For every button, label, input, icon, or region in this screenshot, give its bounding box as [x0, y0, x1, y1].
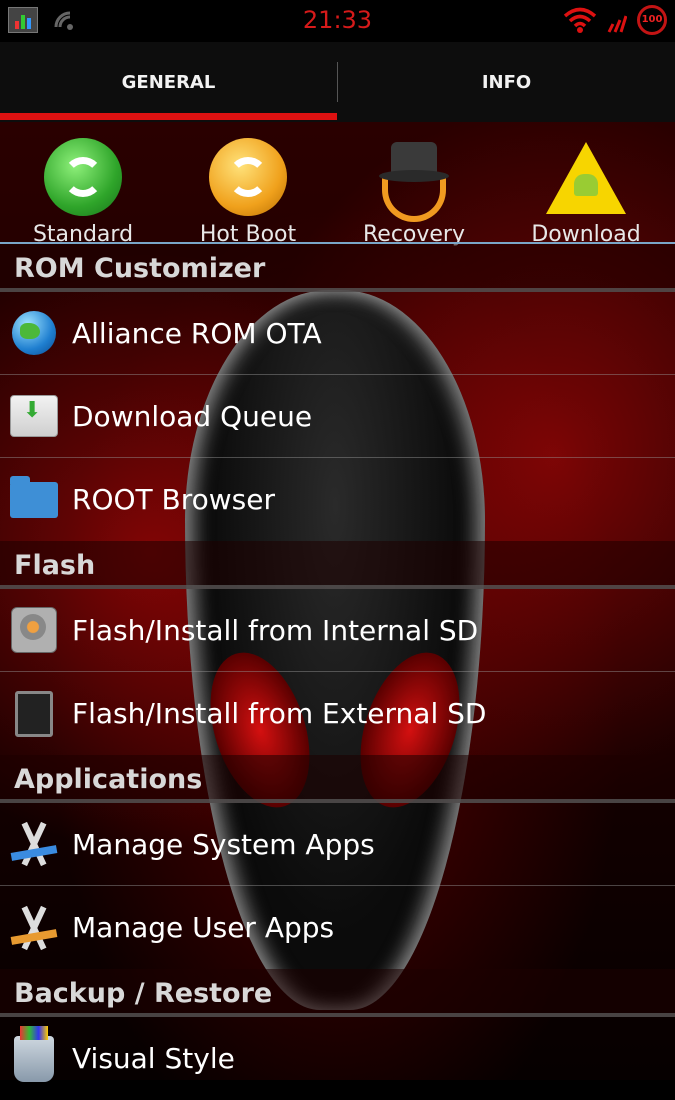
list-item-flash-external-sd[interactable]: Flash/Install from External SD [0, 672, 675, 755]
list-item-flash-internal-sd[interactable]: Flash/Install from Internal SD [0, 589, 675, 672]
app-store-icon [8, 902, 60, 954]
list-item-label: Flash/Install from Internal SD [72, 613, 479, 647]
list-item-manage-system-apps[interactable]: Manage System Apps [0, 803, 675, 886]
list-item-label: ROOT Browser [72, 483, 275, 516]
green-refresh-icon [44, 138, 122, 216]
list-item-label: Manage User Apps [72, 911, 335, 944]
app-store-icon [8, 818, 60, 870]
list-item-visual-style[interactable]: Visual Style [0, 1017, 675, 1100]
signal-strength-icon [607, 15, 627, 33]
tab-selected-indicator [0, 113, 337, 120]
list-item-root-browser[interactable]: ROOT Browser [0, 458, 675, 541]
section-header-applications: Applications [0, 755, 675, 803]
tab-general[interactable]: GENERAL [0, 42, 337, 122]
list-item-manage-user-apps[interactable]: Manage User Apps [0, 886, 675, 969]
folder-icon [8, 474, 60, 526]
reboot-options-row: Standard Hot Boot Recovery Download [0, 122, 675, 247]
section-header-backup-restore: Backup / Restore [0, 969, 675, 1017]
list-item-alliance-rom-ota[interactable]: Alliance ROM OTA [0, 292, 675, 375]
tab-info[interactable]: INFO [338, 42, 675, 122]
section-header-rom-customizer: ROM Customizer [0, 244, 675, 292]
list-item-label: Flash/Install from External SD [72, 697, 487, 730]
options-list: ROM Customizer Alliance ROM OTA Download… [0, 244, 675, 1100]
warning-android-icon [546, 142, 626, 214]
section-header-flash: Flash [0, 541, 675, 589]
paint-brushes-icon [8, 1025, 60, 1085]
battery-icon: 100 [637, 5, 667, 35]
orange-refresh-icon [209, 138, 287, 216]
wifi-icon [563, 7, 597, 33]
sd-card-icon [8, 688, 60, 740]
globe-icon [8, 307, 60, 359]
list-item-label: Alliance ROM OTA [72, 316, 322, 350]
hat-recovery-icon [379, 142, 449, 222]
download-drive-icon [8, 390, 60, 442]
list-item-label: Download Queue [72, 399, 313, 433]
list-item-download-queue[interactable]: Download Queue [0, 375, 675, 458]
tab-bar: GENERAL INFO [0, 42, 675, 122]
hard-drive-icon [8, 604, 60, 656]
list-item-label: Manage System Apps [72, 827, 375, 861]
status-bar: 21:33 100 [0, 0, 675, 42]
list-item-label: Visual Style [72, 1042, 235, 1075]
